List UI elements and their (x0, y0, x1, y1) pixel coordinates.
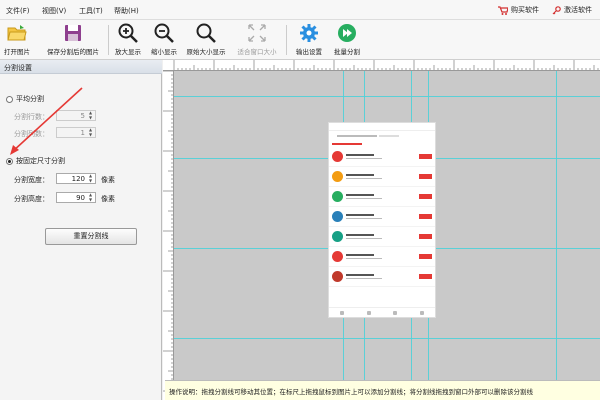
loaded-image (328, 122, 436, 318)
fit-window-icon (248, 24, 266, 42)
image-canvas[interactable] (163, 60, 600, 400)
panel-title: 分割设置 (0, 60, 162, 74)
menu-bar: 文件(F) 视图(V) 工具(T) 帮助(H) 购买软件 激活软件 (0, 0, 600, 20)
width-value: 120 (71, 175, 85, 183)
cols-value: 1 (80, 129, 85, 137)
output-settings-label: 输出设置 (296, 48, 322, 56)
split-line-horizontal[interactable] (174, 96, 600, 97)
width-label: 分割宽度： (14, 176, 49, 184)
split-settings-panel: 分割设置 平均分割 分割行数： 5 ▲ ▼ 分割列数： 1 ▲ ▼ 按固定尺寸分割 … (0, 60, 162, 400)
toolbar: 打开图片 保存分割后的图片 放大显示 缩小显示 原始大小显示 适合窗口大小 输出… (0, 20, 600, 60)
zoom-in-button[interactable]: 放大显示 (112, 22, 144, 58)
image-row (329, 207, 435, 227)
menu-help[interactable]: 帮助(H) (114, 6, 139, 16)
radio-circle-selected (6, 157, 13, 165)
height-unit: 像素 (101, 195, 115, 203)
width-unit: 像素 (101, 176, 115, 184)
fixed-size-split-label: 按固定尺寸分割 (16, 157, 65, 165)
actual-size-label: 原始大小显示 (186, 48, 226, 56)
height-label: 分割高度： (14, 195, 49, 203)
width-stepper[interactable]: 120 ▲ ▼ (56, 173, 96, 184)
key-icon (552, 5, 561, 14)
reset-split-lines-button[interactable]: 重置分割线 (45, 228, 137, 245)
zoom-in-label: 放大显示 (115, 48, 141, 56)
height-value: 90 (76, 194, 85, 202)
image-row (329, 227, 435, 247)
activate-software-label: 激活软件 (564, 6, 592, 14)
rows-stepper[interactable]: 5 ▲ ▼ (56, 110, 96, 121)
vertical-ruler[interactable] (163, 71, 174, 400)
folder-open-icon (7, 25, 27, 41)
magnifier-icon (196, 23, 216, 43)
image-bottom-nav (329, 307, 435, 317)
horizontal-ruler[interactable] (163, 60, 600, 71)
image-row (329, 187, 435, 207)
image-row (329, 267, 435, 287)
fit-window-button[interactable]: 适合窗口大小 (232, 22, 282, 58)
menu-view[interactable]: 视图(V) (42, 6, 66, 16)
actual-size-button[interactable]: 原始大小显示 (184, 22, 228, 58)
toolbar-separator (108, 25, 109, 55)
open-image-button[interactable]: 打开图片 (3, 22, 31, 58)
cols-label: 分割列数： (14, 130, 49, 138)
save-split-images-label: 保存分割后的图片 (47, 48, 99, 56)
cols-stepper[interactable]: 1 ▲ ▼ (56, 127, 96, 138)
rows-value: 5 (80, 112, 85, 120)
toolbar-separator (286, 25, 287, 55)
image-row (329, 147, 435, 167)
stepper-arrows-icon[interactable]: ▲ ▼ (87, 127, 94, 137)
image-status-bar (329, 123, 435, 131)
zoom-out-button[interactable]: 缩小显示 (148, 22, 180, 58)
play-forward-icon (338, 24, 356, 42)
average-split-radio[interactable]: 平均分割 (6, 94, 44, 104)
radio-circle (6, 95, 13, 103)
stepper-arrows-icon[interactable]: ▲ ▼ (87, 173, 94, 183)
instructions-bar: 操作说明：拖拽分割线可移动其位置；在标尺上拖拽鼠标到图片上可以添加分割线；将分割… (165, 380, 600, 400)
batch-split-label: 批量分割 (334, 48, 360, 56)
menu-file[interactable]: 文件(F) (6, 6, 30, 16)
stepper-arrows-icon[interactable]: ▲ ▼ (87, 110, 94, 120)
image-row (329, 167, 435, 187)
fixed-size-split-radio[interactable]: 按固定尺寸分割 (6, 156, 65, 166)
menu-tools[interactable]: 工具(T) (79, 6, 103, 16)
batch-split-button[interactable]: 批量分割 (330, 22, 364, 58)
buy-software-label: 购买软件 (511, 6, 539, 14)
zoom-in-icon (118, 23, 138, 43)
output-settings-button[interactable]: 输出设置 (292, 22, 326, 58)
zoom-out-label: 缩小显示 (151, 48, 177, 56)
buy-software-button[interactable]: 购买软件 (498, 5, 539, 15)
save-split-images-button[interactable]: 保存分割后的图片 (42, 22, 104, 58)
gear-icon (300, 24, 318, 42)
average-split-label: 平均分割 (16, 95, 44, 103)
activate-software-button[interactable]: 激活软件 (552, 5, 592, 15)
fit-window-label: 适合窗口大小 (237, 48, 277, 56)
split-line-horizontal[interactable] (174, 338, 600, 339)
stepper-arrows-icon[interactable]: ▲ ▼ (87, 192, 94, 202)
image-row (329, 247, 435, 267)
rows-label: 分割行数： (14, 113, 49, 121)
zoom-out-icon (154, 23, 174, 43)
open-image-label: 打开图片 (4, 48, 30, 56)
height-stepper[interactable]: 90 ▲ ▼ (56, 192, 96, 203)
cart-icon (498, 5, 508, 15)
save-icon (65, 25, 81, 41)
image-top-bar (329, 131, 435, 141)
split-line-vertical[interactable] (556, 71, 557, 400)
